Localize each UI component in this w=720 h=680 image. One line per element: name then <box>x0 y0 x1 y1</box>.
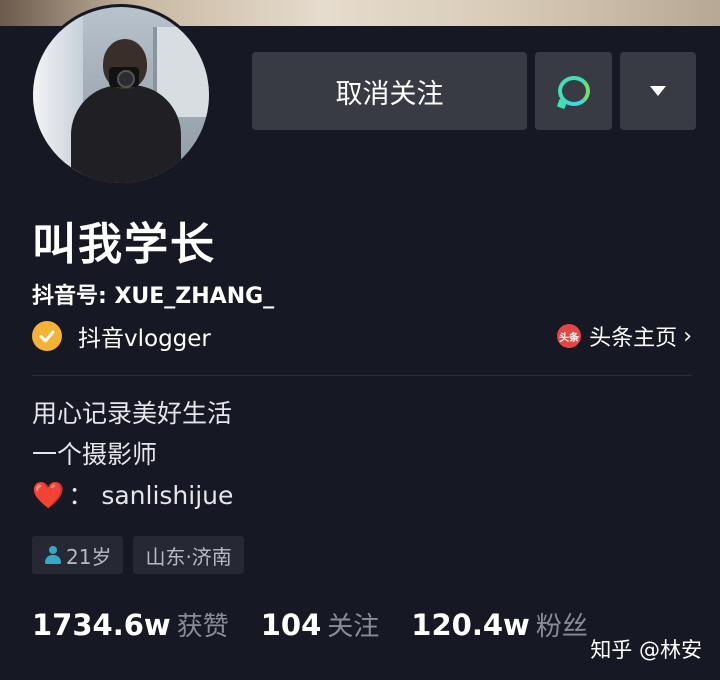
toutiao-icon: 头条 <box>557 324 582 348</box>
chevron-right-icon: › <box>683 323 692 349</box>
caret-down-icon <box>650 86 666 96</box>
verified-label: 抖音vlogger <box>78 326 211 352</box>
age-tag: 21岁 <box>32 536 124 574</box>
zhihu-watermark: 知乎 @林安 <box>590 638 702 662</box>
following-count: 104 <box>260 608 322 642</box>
avatar-image <box>33 7 209 183</box>
verification-row: 抖音vlogger 头条 头条主页 › <box>32 318 692 354</box>
chat-bubble-icon <box>557 76 590 106</box>
following-label: 关注 <box>327 612 380 642</box>
profile-tags: 21岁 山东·济南 <box>32 536 244 574</box>
likes-label: 获赞 <box>176 612 229 642</box>
bio-contact: ： sanlishijue <box>68 481 234 510</box>
bio-line: 用心记录美好生活 <box>32 399 233 428</box>
followers-label: 粉丝 <box>535 612 588 642</box>
more-dropdown-button[interactable] <box>620 52 696 130</box>
verified-check-icon <box>32 321 62 351</box>
location-tag: 山东·济南 <box>133 536 244 574</box>
followers-count: 120.4w <box>411 608 530 642</box>
bio-line: 一个摄影师 <box>32 440 158 469</box>
followers-stat[interactable]: 120.4w 粉丝 <box>411 606 588 643</box>
bio-line: ❤️： sanlishijue <box>32 475 233 516</box>
toutiao-link-label: 头条主页 <box>589 326 678 351</box>
likes-stat: 1734.6w 获赞 <box>32 606 229 643</box>
profile-page: 取消关注 叫我学长 抖音号: XUE_ZHANG_ 抖音vlogger 头条 头… <box>0 0 720 680</box>
stats-row: 1734.6w 获赞 104 关注 120.4w 粉丝 <box>32 606 620 643</box>
person-icon <box>44 546 62 564</box>
profile-name: 叫我学长 <box>32 219 216 270</box>
toutiao-homepage-link[interactable]: 头条 头条主页 › <box>557 320 692 352</box>
douyin-id: 抖音号: XUE_ZHANG_ <box>32 284 275 309</box>
unfollow-button[interactable]: 取消关注 <box>252 52 527 130</box>
bio: 用心记录美好生活 一个摄影师 ❤️： sanlishijue <box>32 393 233 516</box>
message-button[interactable] <box>535 52 612 130</box>
divider <box>32 375 692 376</box>
avatar[interactable] <box>30 4 212 186</box>
heart-icon: ❤️ <box>32 481 65 511</box>
age-label: 21岁 <box>66 544 112 569</box>
likes-count: 1734.6w <box>32 608 171 642</box>
location-label: 山东·济南 <box>145 544 232 569</box>
following-stat[interactable]: 104 关注 <box>261 606 380 643</box>
